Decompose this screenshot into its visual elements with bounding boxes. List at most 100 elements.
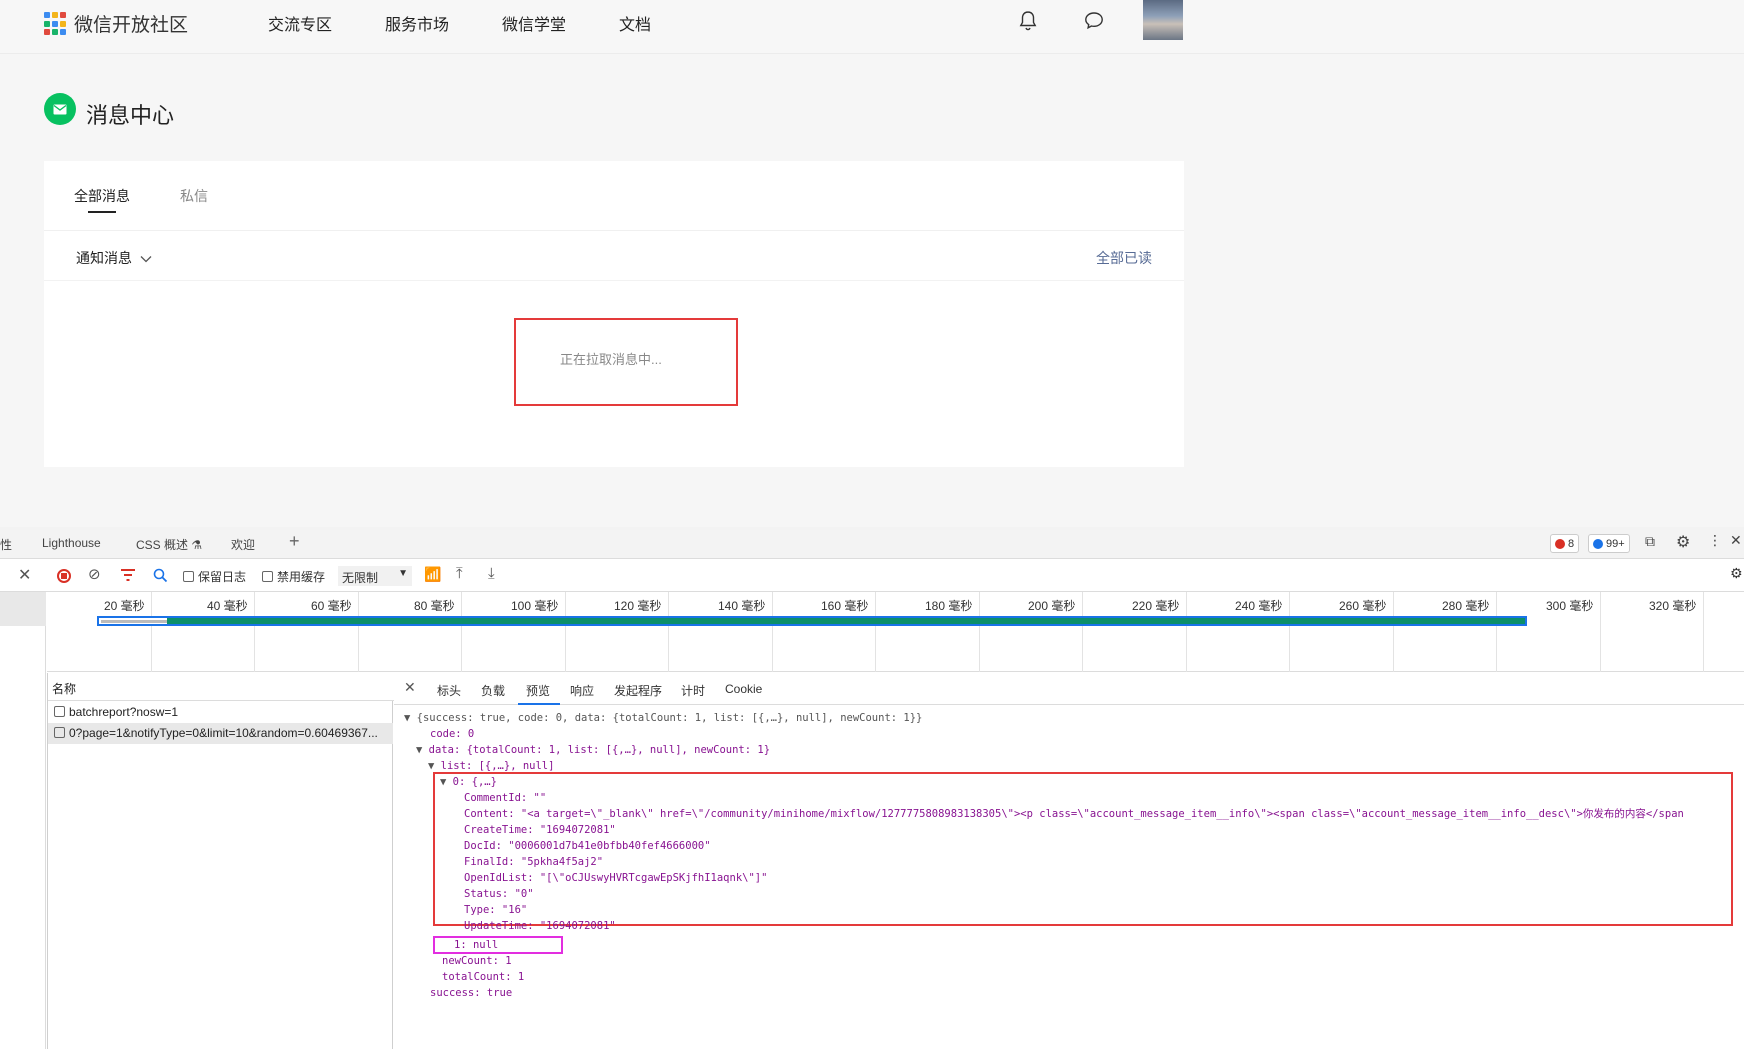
chevron-down-icon: [140, 256, 152, 263]
nav-link-docs[interactable]: 文档: [619, 11, 651, 35]
nav-link-school[interactable]: 微信学堂: [502, 11, 566, 35]
gridline: [1289, 592, 1290, 672]
loading-text: 正在拉取消息中...: [560, 352, 662, 367]
chat-bubble-icon[interactable]: [1082, 9, 1106, 33]
json-data-line[interactable]: ▼ data: {totalCount: 1, list: [{,…}, nul…: [416, 742, 770, 758]
json-update-time: UpdateTime: "1694072081": [464, 920, 616, 932]
tab-all-messages[interactable]: 全部消息: [74, 186, 130, 206]
top-nav: 微信开放社区 交流专区 服务市场 微信学堂 文档: [0, 0, 1744, 54]
gridline: [151, 592, 152, 672]
filter-icon[interactable]: [120, 569, 136, 582]
throttle-select[interactable]: 无限制 ▼: [338, 566, 412, 586]
export-har-icon[interactable]: ⤓: [488, 565, 495, 582]
gridline: [772, 592, 773, 672]
tab-private-messages[interactable]: 私信: [180, 186, 208, 206]
read-all-link[interactable]: 全部已读: [1096, 248, 1152, 268]
customize-icon[interactable]: ⧉: [1645, 533, 1655, 550]
triangle-expanded-icon: ▼: [404, 712, 417, 724]
gridline: [1600, 592, 1601, 672]
gridline: [358, 592, 359, 672]
timeline-tick: 40 毫秒: [207, 599, 248, 613]
gridline: [1186, 592, 1187, 672]
close-devtools-icon[interactable]: ✕: [1730, 532, 1742, 549]
json-data-summary: data: {totalCount: 1, list: [{,…}, null]…: [428, 744, 771, 756]
brand-name[interactable]: 微信开放社区: [74, 10, 188, 37]
name-column-header[interactable]: 名称: [48, 673, 394, 701]
filter-bar: 通知消息 全部已读: [44, 231, 1184, 281]
record-stop-icon[interactable]: [57, 569, 71, 583]
json-list-summary: list: [{,…}, null]: [440, 760, 555, 772]
json-openid-list: OpenIdList: "[\"oCJUswyHVRTcgawEpSKjfhI1…: [464, 872, 768, 884]
devtools-left-gutter: [0, 592, 46, 1049]
row-checkbox[interactable]: [54, 727, 65, 738]
tab-headers[interactable]: 标头: [437, 682, 461, 699]
timeline-tick: 120 毫秒: [614, 599, 662, 613]
wechat-logo-icon[interactable]: [44, 12, 68, 36]
json-doc-id: DocId: "0006001d7b41e0bfbb40fef4666000": [464, 840, 711, 852]
json-final-id: FinalId: "5pkha4f5aj2": [464, 856, 604, 868]
disable-cache-checkbox[interactable]: 禁用缓存: [262, 568, 325, 585]
timeline-tick: 200 毫秒: [1028, 599, 1076, 613]
devtools-tab-welcome[interactable]: 欢迎: [231, 536, 255, 553]
error-count-badge[interactable]: 8: [1550, 534, 1580, 553]
devtools-tab-bar: 性 Lighthouse CSS 概述 ⚗ 欢迎 + 8 99+ ⧉ ⚙ ⋮ ✕: [0, 527, 1744, 559]
devtools-tab-lighthouse[interactable]: Lighthouse: [42, 536, 101, 550]
tab-preview[interactable]: 预览: [526, 682, 550, 699]
devtools-tab-css-overview[interactable]: CSS 概述 ⚗: [136, 536, 202, 553]
timeline-tick: 220 毫秒: [1132, 599, 1180, 613]
user-avatar[interactable]: [1143, 0, 1183, 40]
triangle-expanded-icon: ▼: [428, 760, 441, 772]
json-content: Content: "<a target=\"_blank\" href=\"/c…: [464, 808, 1684, 820]
notify-type-dropdown[interactable]: 通知消息: [76, 248, 152, 268]
json-item-1-null: 1: null: [454, 939, 499, 951]
tab-initiator[interactable]: 发起程序: [614, 682, 662, 699]
network-settings-icon[interactable]: ⚙: [1730, 565, 1743, 582]
settings-gear-icon[interactable]: ⚙: [1676, 532, 1690, 552]
timeline-tick: 140 毫秒: [718, 599, 766, 613]
import-har-icon[interactable]: ⤒: [456, 565, 463, 582]
nav-link-community[interactable]: 交流专区: [268, 11, 332, 35]
preserve-log-label: 保留日志: [198, 570, 247, 584]
tab-payload[interactable]: 负载: [481, 682, 505, 699]
gridline: [254, 592, 255, 672]
network-conditions-icon[interactable]: 📶: [424, 566, 441, 583]
devtools-tab-partial[interactable]: 性: [0, 536, 12, 553]
message-count-badge[interactable]: 99+: [1588, 534, 1630, 553]
json-root-line[interactable]: ▼ {success: true, code: 0, data: {totalC…: [404, 710, 922, 726]
message-tabs: 全部消息 私信: [44, 161, 1184, 231]
triangle-expanded-icon: ▼: [440, 776, 453, 788]
add-tab-icon[interactable]: +: [289, 531, 300, 552]
gridline: [979, 592, 980, 672]
timeline-tick: 160 毫秒: [821, 599, 869, 613]
json-item-0-line[interactable]: ▼ 0: {,…}: [440, 774, 497, 790]
gridline: [1082, 592, 1083, 672]
nav-link-market[interactable]: 服务市场: [385, 11, 449, 35]
timeline-tick: 240 毫秒: [1235, 599, 1283, 613]
close-drawer-icon[interactable]: ✕: [18, 565, 31, 585]
tab-active-underline: [88, 211, 116, 213]
request-row[interactable]: batchreport?nosw=1: [48, 702, 393, 723]
row-checkbox[interactable]: [54, 706, 65, 717]
network-timeline[interactable]: 20 毫秒 40 毫秒 60 毫秒 80 毫秒 100 毫秒 120 毫秒 14…: [47, 592, 1744, 672]
preserve-log-box: [183, 571, 194, 582]
clear-icon[interactable]: ⊘: [88, 565, 101, 583]
triangle-expanded-icon: ▼: [416, 744, 429, 756]
tab-cookie[interactable]: Cookie: [725, 682, 762, 696]
json-new-count: newCount: 1: [442, 955, 512, 967]
request-name: 0?page=1&notifyType=0&limit=10&random=0.…: [69, 726, 378, 740]
tab-response[interactable]: 响应: [570, 682, 594, 699]
gridline: [668, 592, 669, 672]
tab-active-indicator: [518, 703, 560, 705]
request-row-selected[interactable]: 0?page=1&notifyType=0&limit=10&random=0.…: [48, 723, 393, 744]
search-icon[interactable]: [153, 568, 168, 583]
gridline: [461, 592, 462, 672]
tab-timing[interactable]: 计时: [681, 682, 705, 699]
bell-icon[interactable]: [1016, 9, 1040, 33]
close-detail-icon[interactable]: ✕: [404, 679, 416, 696]
gridline: [1393, 592, 1394, 672]
flask-icon: ⚗: [191, 538, 203, 552]
more-menu-icon[interactable]: ⋮: [1708, 532, 1722, 549]
json-root-summary: {success: true, code: 0, data: {totalCou…: [416, 712, 923, 724]
preserve-log-checkbox[interactable]: 保留日志: [183, 568, 246, 585]
timeline-tick: 260 毫秒: [1339, 599, 1387, 613]
